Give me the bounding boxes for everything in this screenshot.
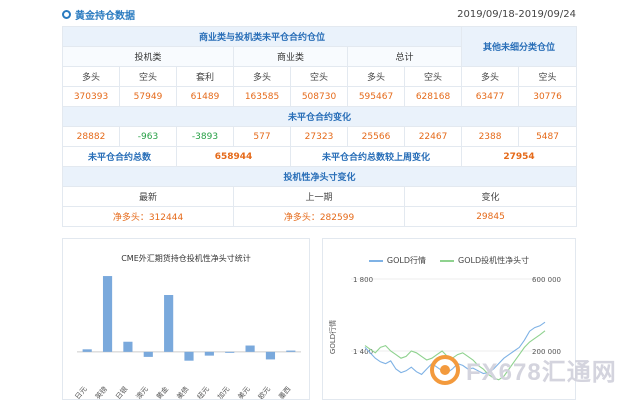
circle-icon	[62, 9, 71, 19]
position-value: 61489	[176, 86, 234, 107]
bar	[245, 345, 255, 352]
bar-category-label: 美元	[236, 385, 252, 399]
weekly-change-label: 未平仓合约总数较上周变化	[289, 146, 463, 167]
page-title: 黄金持仓数据	[62, 7, 135, 22]
position-value: 370393	[62, 86, 120, 107]
y-left-tick-label: 1 800	[353, 276, 373, 284]
change-value: 577	[233, 126, 291, 147]
group-commercial: 商业类	[233, 46, 348, 67]
net-latest-value: 净多头：312444	[62, 206, 234, 227]
bar-category-label: 日银	[114, 385, 130, 399]
total-label: 未平仓合约总数	[62, 146, 177, 167]
bar-category-label: 墨西	[277, 385, 292, 399]
header-bar: 黄金持仓数据 2019/09/18-2019/09/24	[62, 4, 576, 24]
y-right-tick-label: 600 000	[532, 276, 561, 284]
change-value: 25566	[347, 126, 405, 147]
col-header: 空头	[403, 66, 463, 87]
net-header-latest: 最新	[62, 186, 234, 207]
bar	[143, 351, 153, 357]
positions-table: 商业类与投机类未平仓合约仓位 其他未细分类仓位 投机类 商业类 总计 多头 空头…	[61, 26, 578, 227]
position-value: 63477	[461, 86, 520, 107]
bar	[225, 351, 235, 353]
position-value: 595467	[347, 86, 405, 107]
change-value: -963	[119, 126, 177, 147]
change-value: 22467	[403, 126, 463, 147]
net-previous-value: 净多头：282599	[233, 206, 405, 227]
col-header: 空头	[290, 66, 348, 87]
bar	[204, 351, 214, 356]
watermark-text: FX678汇通网	[466, 359, 617, 386]
net-header-change: 变化	[403, 186, 578, 207]
position-value: 30776	[518, 86, 578, 107]
section1-title: 商业类与投机类未平仓合约仓位	[61, 26, 463, 47]
col-header: 套利	[176, 66, 234, 87]
bar-category-label: 英镑	[93, 385, 109, 399]
bar	[82, 349, 92, 352]
change-value: -3893	[176, 126, 234, 147]
bar-chart: 日元 英镑 日银 澳元 黄金 美债 纽元 加元 美元 欧元 墨西	[74, 276, 301, 399]
position-value: 508730	[290, 86, 348, 107]
other-title: 其他未细分类仓位	[461, 26, 578, 67]
weekly-change-value: 27954	[461, 146, 578, 167]
col-header: 多头	[347, 66, 405, 87]
change-value: 28882	[62, 126, 120, 147]
bar	[265, 351, 276, 360]
section2-title: 未平仓合约变化	[61, 106, 578, 127]
section3-title: 投机性净头寸变化	[61, 166, 578, 187]
bar	[164, 295, 174, 352]
col-header: 空头	[518, 66, 578, 87]
bar-chart-panel: CME外汇期货持仓投机性净头寸统计 日元 英镑 日银 澳元 黄金 美债 纽元 加元 美元 欧元 墨西	[62, 238, 310, 400]
col-header: 多头	[62, 66, 120, 87]
position-value: 57949	[119, 86, 177, 107]
change-value: 5487	[518, 126, 578, 147]
total-value: 658944	[176, 146, 291, 167]
bar-category-label: 纽元	[195, 385, 211, 399]
position-value: 163585	[233, 86, 291, 107]
net-header-previous: 上一期	[233, 186, 405, 207]
bar	[184, 351, 194, 361]
group-speculative: 投机类	[62, 46, 234, 67]
change-value: 2388	[461, 126, 520, 147]
page-title-text: 黄金持仓数据	[75, 10, 135, 22]
watermark: FX678汇通网	[430, 352, 617, 387]
change-value: 27323	[290, 126, 348, 147]
y-left-axis-label: GOLD行情	[328, 320, 337, 354]
bar	[286, 350, 296, 352]
bar-category-label: 日元	[74, 385, 89, 399]
bar-category-label: 澳元	[134, 385, 150, 399]
bar-category-label: 加元	[215, 385, 231, 399]
bar-category-label: 美债	[175, 385, 191, 399]
bar-category-label: 欧元	[256, 385, 272, 399]
date-range: 2019/09/18-2019/09/24	[457, 8, 576, 20]
col-header: 多头	[233, 66, 291, 87]
col-header: 空头	[119, 66, 177, 87]
col-header: 多头	[461, 66, 520, 87]
bar	[102, 276, 113, 352]
bar-category-label: 黄金	[154, 385, 170, 399]
bar	[123, 341, 133, 352]
net-change-value: 29845	[403, 206, 578, 227]
position-value: 628168	[403, 86, 463, 107]
fx678-logo-icon	[430, 354, 460, 385]
group-total: 总计	[346, 46, 463, 67]
